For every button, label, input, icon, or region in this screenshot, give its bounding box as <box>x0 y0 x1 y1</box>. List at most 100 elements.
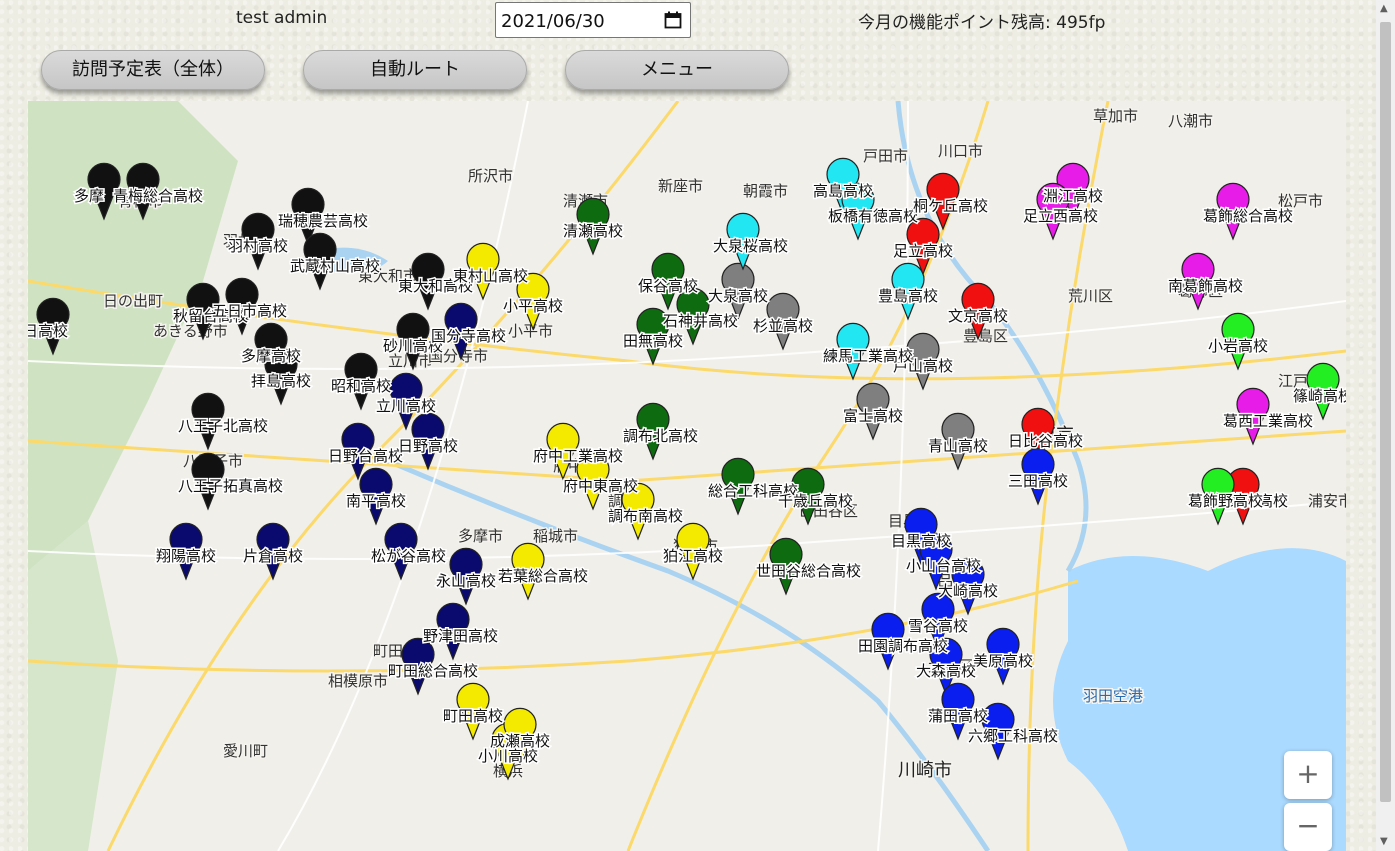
map-pin-label: 淵江高校 <box>1043 187 1103 205</box>
map-city-label: 稲城市 <box>533 527 578 545</box>
map-pin-label: 大泉高校 <box>708 287 768 305</box>
map-city-label: 荒川区 <box>1068 287 1113 305</box>
map-pin-label: 葛飾総合高校 <box>1203 207 1293 225</box>
map-pin-label: 松が谷高校 <box>371 547 446 565</box>
map-pin-label: 小山台高校 <box>906 557 981 575</box>
map-pin-label: 田無高校 <box>623 332 683 350</box>
map-pin-label: 富士高校 <box>843 407 903 425</box>
map-city-label: 戸田市 <box>863 147 908 165</box>
map-pin-label: 桐ケ丘高校 <box>913 197 988 215</box>
auto-route-button[interactable]: 自動ルート <box>303 50 527 90</box>
map[interactable]: 所沢市清瀬市新座市朝霞市戸田市川口市草加市八潮市松戸市青梅市羽村日の出町あきる野… <box>28 101 1346 851</box>
map-pin-label: 八王子北高校 <box>178 417 268 435</box>
map-pin-label: 豊島高校 <box>878 287 938 305</box>
map-pin-label: 羽村高校 <box>228 237 288 255</box>
map-pin-label: 千歳丘高校 <box>778 492 853 510</box>
map-pin-label: 文京高校 <box>948 307 1008 325</box>
user-name: test admin <box>236 8 328 28</box>
map-pin-label: 目黒高校 <box>891 532 951 550</box>
map-pin-label: 蒲田高校 <box>928 707 988 725</box>
map-pin-label: 府中工業高校 <box>533 447 623 465</box>
map-pin-label: 清瀬高校 <box>563 222 623 240</box>
scroll-down-icon[interactable]: ▼ <box>1380 836 1388 847</box>
map-pin-label: 足立西高校 <box>1023 207 1098 225</box>
map-city-label: 朝霞市 <box>743 182 788 200</box>
map-pin-label: 武蔵村山高校 <box>290 257 380 275</box>
map-city-label: 豊島区 <box>963 327 1008 345</box>
map-pin-label: 国分寺高校 <box>431 327 506 345</box>
map-pin-label: 大森高校 <box>916 662 976 680</box>
map-city-label: 相模原市 <box>328 672 388 690</box>
map-pin-label: 調布北高校 <box>623 427 698 445</box>
map-city-label: 所沢市 <box>468 167 513 185</box>
map-pin-label: 多摩 <box>74 187 104 205</box>
map-pin-label: 拝島高校 <box>251 372 311 390</box>
schedule-button[interactable]: 訪問予定表（全体） <box>41 50 265 90</box>
date-input[interactable]: 2021/06/30 <box>495 2 691 38</box>
map-pin-label: 日野高校 <box>398 437 458 455</box>
map-pin-label: 南葛飾高校 <box>1168 277 1243 295</box>
date-value: 2021/06/30 <box>501 11 605 32</box>
map-pin-label: 狛江高校 <box>663 547 723 565</box>
map-pin-label: 葛西工業高校 <box>1223 412 1313 430</box>
map-pin-label: 石神井高校 <box>663 312 738 330</box>
map-pin-label: 練馬工業高校 <box>823 347 913 365</box>
map-city-label: 川崎市 <box>898 760 952 781</box>
map-pin-label: 昭和高校 <box>331 377 391 395</box>
map-pin-label: 小平高校 <box>503 297 563 315</box>
zoom-in-button[interactable]: + <box>1284 751 1332 799</box>
map-city-label: 草加市 <box>1093 107 1138 125</box>
calendar-icon[interactable] <box>664 11 682 29</box>
map-pin-label: 美原高校 <box>973 652 1033 670</box>
map-city-label: 小平市 <box>508 322 553 340</box>
map-pin-label: 調布南高校 <box>608 507 683 525</box>
map-city-label: 八潮市 <box>1168 112 1213 130</box>
scrollbar-thumb[interactable] <box>1380 22 1391 802</box>
map-city-label: 多摩市 <box>458 527 503 545</box>
map-pin-label: 瑞穂農芸高校 <box>278 212 368 230</box>
map-pin-label: 府中東高校 <box>563 477 638 495</box>
map-city-label: 日の出町 <box>103 292 163 310</box>
map-pin-label: 立川高校 <box>376 397 436 415</box>
points-balance: 今月の機能ポイント残高: 495fp <box>858 13 1106 33</box>
map-pin-label: 高島高校 <box>813 182 873 200</box>
map-pin-label: 青山高校 <box>928 437 988 455</box>
map-pin-label: 八王子拓真高校 <box>178 477 283 495</box>
map-pin-label: 日高校 <box>28 322 68 340</box>
map-pin-label: 世田谷総合高校 <box>756 562 861 580</box>
map-city-label: 愛川町 <box>223 742 268 760</box>
map-city-label: 浦安市 <box>1308 492 1346 510</box>
map-pin-label: 板橋有徳高校 <box>828 207 918 225</box>
map-pin-label: 青梅総合高校 <box>113 187 203 205</box>
map-city-label: 川口市 <box>938 142 983 160</box>
map-pin-label: 町田高校 <box>443 707 503 725</box>
menu-button[interactable]: メニュー <box>565 50 789 90</box>
map-city-label: 羽田空港 <box>1083 687 1143 705</box>
map-city-label: 新座市 <box>658 177 703 195</box>
map-pin-label: 東村山高校 <box>453 267 528 285</box>
map-pin-label: 南平高校 <box>346 492 406 510</box>
map-pin-label: 葛飾野高校 <box>1188 492 1263 510</box>
map-pin-label: 田園調布高校 <box>858 637 948 655</box>
scroll-up-icon[interactable]: ▲ <box>1380 3 1388 14</box>
map-pin-label: 大崎高校 <box>938 582 998 600</box>
map-pin-label: 翔陽高校 <box>156 547 216 565</box>
map-pin-label: 野津田高校 <box>423 627 498 645</box>
map-pin-label: 成瀬高校 <box>490 732 550 750</box>
map-pin-label: 日野台高校 <box>328 447 403 465</box>
map-pin-label: 六郷工科高校 <box>968 727 1058 745</box>
map-canvas[interactable]: 所沢市清瀬市新座市朝霞市戸田市川口市草加市八潮市松戸市青梅市羽村日の出町あきる野… <box>28 101 1346 851</box>
map-pin-label: 杉並高校 <box>753 317 813 335</box>
map-pin-label: 町田総合高校 <box>388 662 478 680</box>
map-pin-label: 大泉桜高校 <box>713 237 788 255</box>
map-pin-label: 若葉総合高校 <box>498 567 588 585</box>
map-pin-label: 小岩高校 <box>1208 337 1268 355</box>
map-pin-label: 三田高校 <box>1008 472 1068 490</box>
map-pin-label: 足立高校 <box>893 242 953 260</box>
zoom-out-button[interactable]: − <box>1284 803 1332 851</box>
map-pin-label: 雪谷高校 <box>908 617 968 635</box>
map-pin-label: 五日市高校 <box>212 302 287 320</box>
map-pin-label: 多摩高校 <box>241 347 301 365</box>
scrollbar[interactable]: ▲ ▼ <box>1376 0 1395 851</box>
map-pin-label: 篠崎高校 <box>1293 387 1346 405</box>
